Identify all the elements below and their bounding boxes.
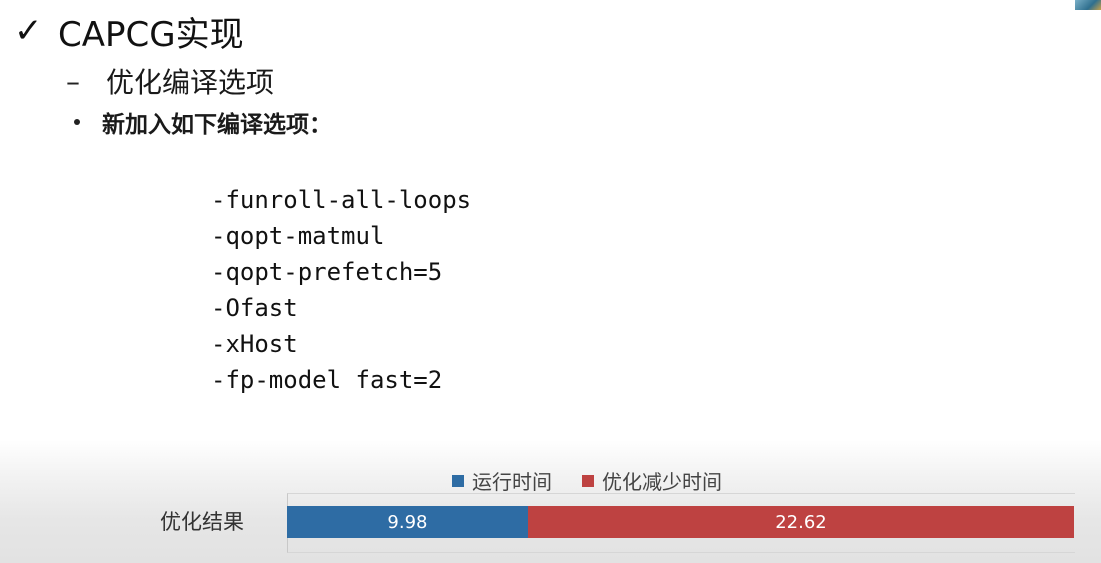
bullet-icon xyxy=(74,119,80,125)
compiler-option: -qopt-prefetch=5 xyxy=(211,258,443,286)
legend-label-runtime: 运行时间 xyxy=(472,470,552,494)
compiler-option: -Ofast xyxy=(211,294,298,322)
legend-label-saved: 优化减少时间 xyxy=(602,470,722,494)
slide-title: CAPCG实现 xyxy=(58,14,244,55)
subheading-row: – 优化编译选项 xyxy=(66,60,274,102)
legend-item-saved: 优化减少时间 xyxy=(582,466,722,495)
legend-swatch-runtime xyxy=(452,474,464,487)
bar-segment-saved: 22.62 xyxy=(527,506,1074,538)
check-mark-icon: ✓ xyxy=(14,11,43,51)
compiler-option: -xHost xyxy=(211,330,298,358)
dash-icon: – xyxy=(66,64,80,98)
subheading: 优化编译选项 xyxy=(106,66,275,99)
chart-bars: 9.98 22.62 xyxy=(287,506,1074,538)
compiler-option: -funroll-all-loops xyxy=(211,186,472,214)
bar-data-label: 22.62 xyxy=(775,511,827,533)
bullet-row: 新加入如下编译选项： xyxy=(74,104,332,140)
chart-legend: 运行时间 优化减少时间 xyxy=(452,466,752,495)
legend-item-runtime: 运行时间 xyxy=(452,466,552,495)
compiler-option: -qopt-matmul xyxy=(211,222,385,250)
bar-data-label: 9.98 xyxy=(387,511,428,533)
compiler-options-list: -funroll-all-loops -qopt-matmul -qopt-pr… xyxy=(211,182,471,398)
bullet-text: 新加入如下编译选项： xyxy=(102,112,332,138)
slide: ✓ CAPCG实现 – 优化编译选项 新加入如下编译选项： -funroll-a… xyxy=(0,0,1101,563)
title-row: ✓ CAPCG实现 xyxy=(14,6,244,56)
corner-decoration xyxy=(1075,0,1101,10)
compiler-option: -fp-model fast=2 xyxy=(211,366,443,394)
bar-segment-runtime: 9.98 xyxy=(287,506,528,538)
legend-swatch-saved xyxy=(582,474,594,487)
chart-category-label: 优化结果 xyxy=(160,510,244,534)
